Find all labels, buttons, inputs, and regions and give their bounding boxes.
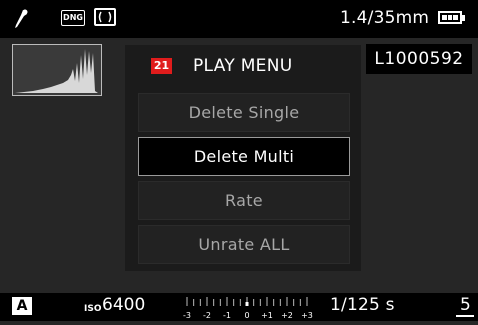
shutter-speed: 1/125 s [330, 295, 395, 315]
ev-tick [273, 299, 275, 306]
lens-profile-icon [12, 7, 28, 31]
ev-label: +1 [261, 311, 273, 320]
battery-tip [462, 15, 465, 21]
ev-tick [253, 299, 255, 306]
battery-icon [438, 11, 462, 24]
file-format-badge: DNG [61, 10, 85, 26]
iso-value: 6400 [102, 295, 146, 315]
ev-tick [233, 299, 235, 306]
ev-tick [286, 297, 288, 306]
menu-page-number: 21 [151, 58, 172, 74]
menu-item-delete-single[interactable]: Delete Single [138, 93, 350, 132]
ev-tick [213, 299, 215, 306]
ev-tick [293, 299, 295, 306]
metering-mode-icon [94, 8, 116, 26]
ev-tick [226, 297, 228, 306]
frames-underline [456, 315, 474, 317]
menu-item-rate[interactable]: Rate [138, 181, 350, 220]
ev-tick [193, 299, 195, 306]
ev-tick [186, 297, 188, 306]
ev-tick [279, 299, 281, 306]
menu-item-delete-multi[interactable]: Delete Multi [138, 137, 350, 176]
menu-title: PLAY MENU [193, 56, 293, 76]
image-filename: L1000592 [366, 44, 472, 74]
ev-label: -1 [223, 311, 231, 320]
histogram [12, 44, 102, 96]
ev-tick [266, 297, 268, 306]
ev-label: +2 [281, 311, 293, 320]
bottom-status-bar: A ISO 6400 -3 -2 -1 0 +1 +2 +3 1/125 s 5 [0, 293, 478, 321]
ev-tick [259, 299, 261, 306]
ev-label: -3 [183, 311, 191, 320]
ev-current-marker [245, 302, 249, 306]
menu-item-unrate-all[interactable]: Unrate ALL [138, 225, 350, 264]
ev-label: 0 [244, 311, 249, 320]
ev-tick [219, 299, 221, 306]
exposure-mode: A [12, 297, 32, 315]
play-menu-panel: 21 PLAY MENU Delete Single Delete Multi … [125, 45, 361, 271]
menu-header: 21 PLAY MENU [125, 45, 361, 90]
ev-label: +3 [301, 311, 313, 320]
iso-label: ISO [84, 304, 102, 314]
lens-info: 1.4/35mm [340, 8, 430, 28]
ev-tick [199, 299, 201, 306]
exposure-compensation-scale: -3 -2 -1 0 +1 +2 +3 [181, 293, 313, 321]
ev-tick [239, 299, 241, 306]
ev-label: -2 [203, 311, 211, 320]
frames-remaining: 5 [460, 295, 471, 315]
top-status-bar: DNG 1.4/35mm [0, 0, 478, 38]
ev-tick [299, 299, 301, 306]
ev-tick [206, 297, 208, 306]
ev-tick [306, 297, 308, 306]
